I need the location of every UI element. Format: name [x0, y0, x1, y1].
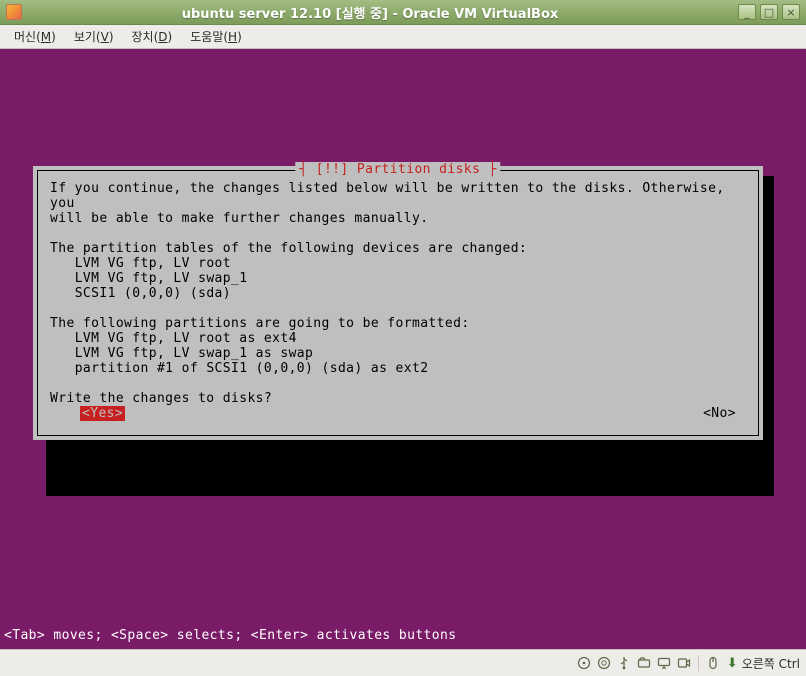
host-key-arrow-icon: ⬇ [727, 656, 738, 671]
close-button[interactable]: × [782, 4, 800, 20]
dialog-frame: ┤ [!!] Partition disks ├ If you continue… [37, 170, 759, 436]
optical-icon[interactable] [596, 655, 612, 671]
menu-bar: 머신(M) 보기(V) 장치(D) 도움말(H) [0, 25, 806, 49]
minimize-button[interactable]: _ [738, 4, 756, 20]
dialog-body-text: If you continue, the changes listed belo… [50, 181, 746, 406]
shared-folder-icon[interactable] [636, 655, 652, 671]
no-button[interactable]: <No> [703, 406, 736, 421]
window-titlebar: ubuntu server 12.10 [실행 중] - Oracle VM V… [0, 0, 806, 25]
window-title: ubuntu server 12.10 [실행 중] - Oracle VM V… [2, 3, 738, 22]
menu-machine[interactable]: 머신(M) [6, 25, 64, 48]
disk-icon[interactable] [576, 655, 592, 671]
dialog-button-row: <Yes> <No> [50, 406, 746, 421]
partition-disks-dialog: ┤ [!!] Partition disks ├ If you continue… [33, 166, 763, 440]
recording-icon[interactable] [676, 655, 692, 671]
window-control-buttons: _ □ × [738, 4, 806, 20]
help-line: <Tab> moves; <Space> selects; <Enter> ac… [4, 628, 456, 643]
dialog-title: ┤ [!!] Partition disks ├ [295, 162, 500, 177]
host-key-label: 오른쪽 Ctrl [742, 655, 800, 672]
menu-view[interactable]: 보기(V) [66, 25, 122, 48]
statusbar-divider [698, 655, 699, 671]
mouse-integration-icon[interactable] [705, 655, 721, 671]
vm-status-bar: ⬇ 오른쪽 Ctrl [0, 649, 806, 676]
vm-guest-display[interactable]: ┤ [!!] Partition disks ├ If you continue… [0, 49, 806, 649]
display-icon[interactable] [656, 655, 672, 671]
maximize-button[interactable]: □ [760, 4, 778, 20]
installer-console: ┤ [!!] Partition disks ├ If you continue… [0, 49, 806, 649]
usb-icon[interactable] [616, 655, 632, 671]
yes-button[interactable]: <Yes> [80, 406, 125, 421]
menu-help[interactable]: 도움말(H) [182, 25, 250, 48]
menu-devices[interactable]: 장치(D) [124, 25, 181, 48]
host-key-indicator: ⬇ 오른쪽 Ctrl [725, 655, 800, 672]
